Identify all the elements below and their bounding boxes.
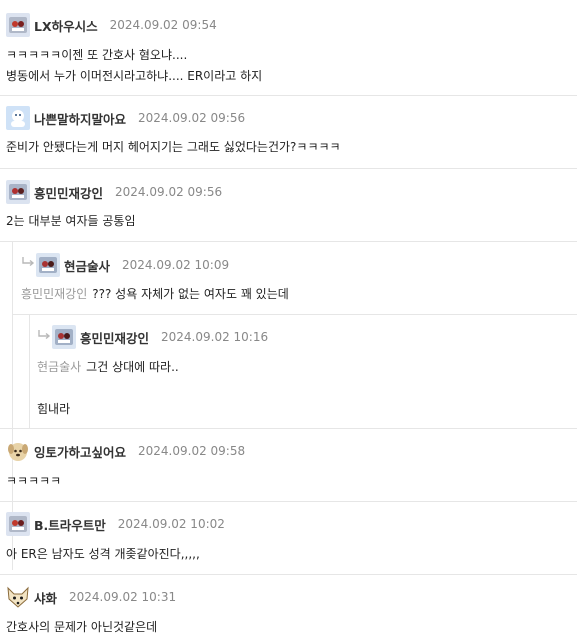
comment-text: 아 ER은 남자도 성격 개좆같아진다,,,,,: [6, 547, 200, 561]
comment-text: 병동에서 누가 이머전시라고하냐.... ER이라고 하지: [6, 69, 263, 83]
comment-date: 2024.09.02 09:58: [138, 444, 246, 458]
comment-text: 힘내라: [37, 402, 71, 416]
comment-item: 잉토가하고싶어요 2024.09.02 09:58 ㅋㅋㅋㅋㅋ: [0, 429, 577, 501]
mention-link[interactable]: 현금술사: [37, 360, 81, 374]
comment-date: 2024.09.02 10:09: [122, 258, 230, 272]
author-name[interactable]: B.트라우트만: [34, 515, 106, 534]
comment-date: 2024.09.02 10:31: [69, 590, 177, 604]
author-name[interactable]: 흥민민재강인: [34, 183, 103, 202]
comment-date: 2024.09.02 09:54: [109, 18, 217, 32]
comment-item: LX하우시스 2024.09.02 09:54 ㅋㅋㅋㅋㅋ이젠 또 간호사 혐오…: [0, 0, 577, 95]
comment-item: 흥민민재강인 2024.09.02 09:56 2는 대부분 여자들 공통임: [0, 169, 577, 241]
comment-text: ㅋㅋㅋㅋㅋ이젠 또 간호사 혐오냐....: [6, 48, 188, 62]
reply-arrow-icon: [22, 257, 35, 267]
avatar[interactable]: [6, 585, 30, 609]
comment-date: 2024.09.02 09:56: [138, 111, 246, 125]
author-name[interactable]: 잉토가하고싶어요: [34, 442, 126, 461]
avatar[interactable]: [6, 512, 30, 536]
author-name[interactable]: 샤화: [34, 588, 57, 607]
avatar[interactable]: [52, 325, 76, 349]
author-name[interactable]: 현금술사: [64, 256, 110, 275]
comment-text: 흥민민재강인??? 성욕 자체가 없는 여자도 꽤 있는데: [21, 287, 289, 301]
comment-reply: 흥민민재강인 2024.09.02 10:16 현금술사 그건 상대에 따라.. …: [29, 315, 577, 428]
comment-text: ㅋㅋㅋㅋㅋ: [6, 474, 62, 488]
avatar[interactable]: [6, 106, 30, 130]
author-name[interactable]: LX하우시스: [34, 16, 98, 35]
comment-text: 2는 대부분 여자들 공통임: [6, 214, 136, 228]
comment-date: 2024.09.02 09:56: [115, 185, 223, 199]
author-name[interactable]: 나쁜말하지말아요: [34, 109, 126, 128]
avatar[interactable]: [6, 13, 30, 37]
comment-item: B.트라우트만 2024.09.02 10:02 아 ER은 남자도 성격 개좆…: [0, 502, 577, 574]
comment-item: 나쁜말하지말아요 2024.09.02 09:56 준비가 안됐다는게 머지 헤…: [0, 96, 577, 168]
avatar[interactable]: [36, 253, 60, 277]
comment-list: LX하우시스 2024.09.02 09:54 ㅋㅋㅋㅋㅋ이젠 또 간호사 혐오…: [0, 0, 577, 642]
comment-text: 간호사의 문제가 아닌것같은데: [6, 620, 158, 634]
comment-reply: 현금술사 2024.09.02 10:09 흥민민재강인??? 성욕 자체가 없…: [12, 242, 577, 314]
comment-date: 2024.09.02 10:16: [161, 330, 269, 344]
author-name[interactable]: 흥민민재강인: [80, 328, 149, 347]
avatar[interactable]: [6, 439, 30, 463]
comment-text: 현금술사 그건 상대에 따라..: [37, 360, 179, 374]
comment-date: 2024.09.02 10:02: [117, 517, 225, 531]
reply-arrow-icon: [38, 330, 51, 340]
comment-text: 준비가 안됐다는게 머지 헤어지기는 그래도 싫었다는건가?ㅋㅋㅋㅋ: [6, 140, 341, 154]
mention-link[interactable]: 흥민민재강인: [21, 287, 87, 301]
avatar[interactable]: [6, 180, 30, 204]
comment-item: 샤화 2024.09.02 10:31 간호사의 문제가 아닌것같은데: [0, 575, 577, 642]
